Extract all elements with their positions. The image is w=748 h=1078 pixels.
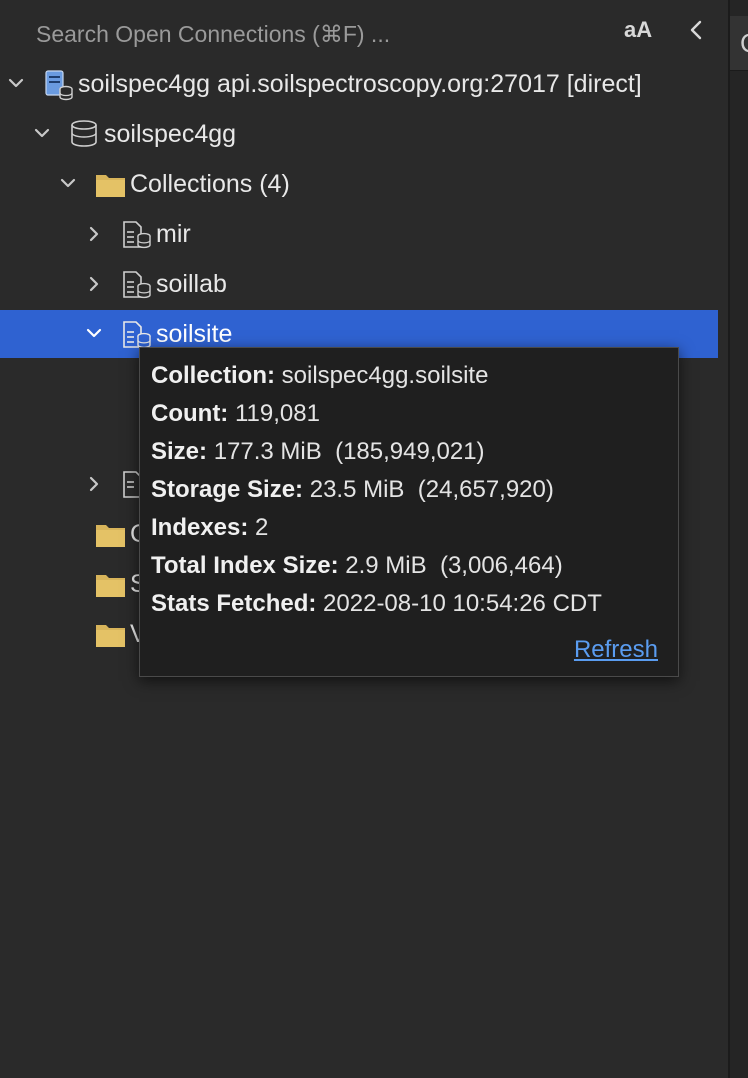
chevron-left-icon — [690, 20, 702, 40]
tooltip-key: Size: — [151, 438, 208, 465]
collection-label: soillab — [156, 270, 227, 298]
tooltip-value: 119,081 — [234, 400, 320, 427]
tooltip-value: 2022-08-10 10:54:26 CDT — [323, 590, 602, 617]
database-cylinder-icon — [71, 120, 97, 147]
chevron-right-icon[interactable] — [84, 472, 104, 496]
tooltip-value: 2 — [255, 514, 269, 541]
tooltip-value: soilspec4gg.soilsite — [281, 362, 489, 389]
collection-label: mir — [156, 220, 191, 248]
tooltip-storage-line: Storage Size: 23.5 MiB (24,657,920) — [151, 475, 554, 505]
tree-item-collections-folder[interactable]: Collections (4) — [0, 160, 718, 208]
tooltip-value: 177.3 MiB (185,949,021) — [213, 438, 485, 465]
tooltip-key: Count: — [151, 400, 229, 427]
folder-icon — [96, 575, 125, 597]
collection-document-icon — [123, 321, 151, 349]
tooltip-value: 2.9 MiB (3,006,464) — [345, 552, 563, 579]
editor-pane — [730, 0, 748, 1078]
tooltip-collection-line: Collection: soilspec4gg.soilsite — [151, 361, 488, 391]
tooltip-fetched-line: Stats Fetched: 2022-08-10 10:54:26 CDT — [151, 589, 602, 619]
collection-document-icon — [123, 221, 151, 249]
folder-icon — [96, 175, 125, 197]
tooltip-key: Stats Fetched: — [151, 590, 317, 617]
tree-item-database[interactable]: soilspec4gg — [0, 110, 718, 158]
tree-item-connection[interactable]: soilspec4gg api.soilspectroscopy.org:270… — [0, 60, 718, 108]
search-bar: aA — [0, 0, 728, 66]
refresh-link[interactable]: Refresh — [574, 635, 658, 665]
tooltip-key: Indexes: — [151, 514, 249, 541]
chevron-down-icon[interactable] — [6, 72, 26, 96]
collections-folder-label: Collections (4) — [130, 170, 290, 198]
chevron-right-icon[interactable] — [84, 272, 104, 296]
collection-document-icon — [123, 271, 151, 299]
editor-tab-label: C — [740, 28, 748, 58]
folder-icon — [96, 525, 125, 547]
tooltip-key: Total Index Size: — [151, 552, 339, 579]
chevron-right-icon[interactable] — [84, 222, 104, 246]
tooltip-key: Collection: — [151, 362, 275, 389]
tooltip-count-line: Count: 119,081 — [151, 399, 320, 429]
database-label: soilspec4gg — [104, 120, 237, 148]
font-size-toggle-button[interactable]: aA — [624, 17, 652, 43]
editor-tab[interactable]: C — [730, 16, 748, 71]
collection-label: soilsite — [156, 320, 233, 348]
tooltip-value: 23.5 MiB (24,657,920) — [309, 476, 554, 503]
collection-stats-tooltip: Collection: soilspec4gg.soilsite Count: … — [139, 347, 679, 677]
tooltip-size-line: Size: 177.3 MiB (185,949,021) — [151, 437, 485, 467]
server-database-icon — [45, 70, 73, 101]
tree-item-collection[interactable]: mir — [0, 210, 718, 258]
tree-item-collection[interactable]: soillab — [0, 260, 718, 308]
search-input[interactable] — [36, 18, 596, 50]
tooltip-key: Storage Size: — [151, 476, 304, 503]
tooltip-index-size-line: Total Index Size: 2.9 MiB (3,006,464) — [151, 551, 563, 581]
connections-panel: aA soilspec4gg api.soilspectroscopy.org:… — [0, 0, 728, 1078]
connection-label: soilspec4gg api.soilspectroscopy.org:270… — [78, 70, 642, 98]
chevron-down-icon[interactable] — [84, 322, 104, 346]
tooltip-indexes-line: Indexes: 2 — [151, 513, 268, 543]
folder-icon — [96, 625, 125, 647]
chevron-down-icon[interactable] — [32, 122, 52, 146]
chevron-down-icon[interactable] — [58, 172, 78, 196]
collapse-panel-button[interactable] — [684, 14, 708, 46]
